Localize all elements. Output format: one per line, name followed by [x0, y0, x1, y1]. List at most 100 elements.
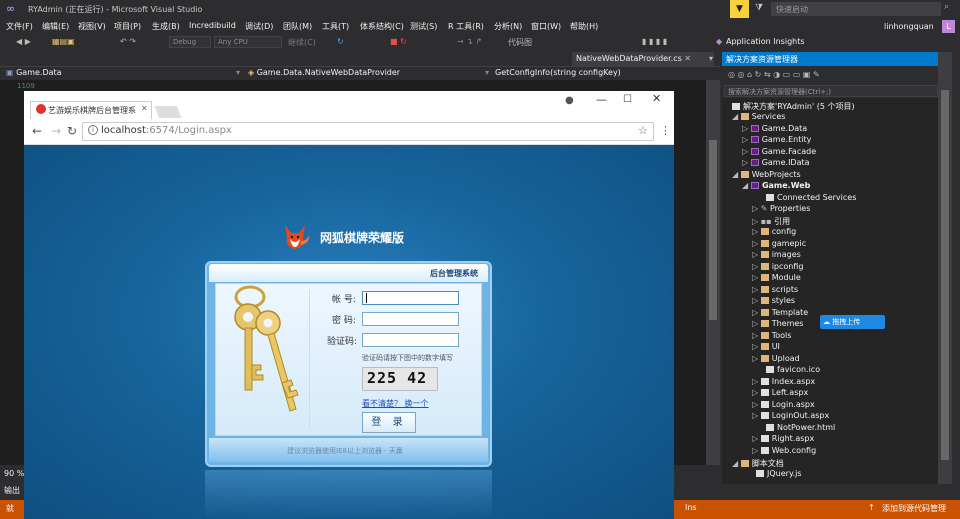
back-nav-icon[interactable]: ◀ ▶: [16, 37, 31, 46]
tree-item-themes[interactable]: ▷ Themes: [752, 319, 803, 328]
tree-item-game-idata[interactable]: ▷ Game.IData: [742, 158, 810, 167]
collapse-arrow-icon[interactable]: ▷: [752, 342, 761, 351]
platform-select[interactable]: Any CPU: [214, 36, 282, 48]
menu-architecture[interactable]: 体系结构(C): [360, 21, 404, 32]
tree-item-gamepic[interactable]: ▷ gamepic: [752, 239, 806, 248]
collapse-arrow-icon[interactable]: ▷: [752, 446, 761, 455]
collapse-arrow-icon[interactable]: ▷: [752, 227, 761, 236]
tree-item-favicon[interactable]: favicon.ico: [766, 365, 820, 374]
menu-build[interactable]: 生成(B): [152, 21, 180, 32]
tree-item-login[interactable]: ▷ Login.aspx: [752, 400, 815, 409]
project-dropdown[interactable]: ▣ Game.Data: [6, 68, 62, 77]
captcha-input[interactable]: [362, 333, 459, 347]
drag-upload-button[interactable]: ☁ 拖拽上传: [820, 315, 885, 329]
quick-launch-input[interactable]: 快速启动: [771, 2, 941, 16]
expand-arrow-icon[interactable]: ◢: [732, 170, 741, 179]
account-input[interactable]: [362, 291, 459, 305]
expand-arrow-icon[interactable]: ◢: [732, 459, 741, 468]
tree-item-script-docs[interactable]: ◢ 脚本文档: [732, 458, 784, 469]
collapse-arrow-icon[interactable]: ▷: [752, 273, 761, 282]
collapse-arrow-icon[interactable]: ▷: [752, 217, 761, 226]
tree-item-webprojects[interactable]: ◢ WebProjects: [732, 170, 801, 179]
collapse-arrow-icon[interactable]: ▷: [752, 319, 761, 328]
step-icons[interactable]: → ↴ ↱: [457, 37, 482, 46]
maximize-icon[interactable]: ☐: [623, 94, 632, 105]
collapse-arrow-icon[interactable]: ▷: [752, 262, 761, 271]
menu-file[interactable]: 文件(F): [6, 21, 33, 32]
project-dropdown-arrow-icon[interactable]: ▾: [236, 68, 240, 77]
collapse-arrow-icon[interactable]: ▷: [752, 331, 761, 340]
code-map-button[interactable]: 代码图: [508, 37, 532, 48]
type-dropdown-arrow-icon[interactable]: ▾: [485, 68, 489, 77]
tree-item-game-entity[interactable]: ▷ Game.Entity: [742, 135, 811, 144]
collapse-arrow-icon[interactable]: ▷: [752, 400, 761, 409]
member-dropdown[interactable]: GetConfigInfo(string configKey): [495, 68, 621, 77]
solution-explorer-search-input[interactable]: 搜索解决方案资源管理器(Ctrl+;): [724, 85, 938, 97]
tree-item-upload[interactable]: ▷ Upload: [752, 354, 800, 363]
tree-item-ipconfig[interactable]: ▷ ipconfig: [752, 262, 803, 271]
tree-item-left[interactable]: ▷ Left.aspx: [752, 388, 808, 397]
login-button[interactable]: 登 录: [362, 412, 416, 433]
app-insights-icon[interactable]: ◆: [716, 37, 722, 46]
tree-item-styles[interactable]: ▷ styles: [752, 296, 795, 305]
refresh-icon[interactable]: ↻: [337, 37, 344, 46]
reload-icon[interactable]: ↻: [67, 124, 77, 138]
tree-item-tools[interactable]: ▷ Tools: [752, 331, 791, 340]
tree-item-right[interactable]: ▷ Right.aspx: [752, 434, 814, 443]
url-text[interactable]: localhost:6574/Login.aspx: [101, 125, 232, 136]
zoom-level[interactable]: 90 %: [4, 469, 24, 478]
browser-tab-close-icon[interactable]: ✕: [141, 104, 148, 113]
solution-explorer-toolbar-icons[interactable]: ◎ ◎ ⌂ ↻ ⇆ ◑ ▭ ▭ ▣ ✎: [728, 70, 820, 79]
collapse-arrow-icon[interactable]: ▷: [752, 377, 761, 386]
collapse-arrow-icon[interactable]: ▷: [752, 239, 761, 248]
configuration-select[interactable]: Debug: [169, 36, 211, 48]
tab-close-icon[interactable]: ✕: [684, 54, 691, 63]
tree-item-notpower[interactable]: NotPower.html: [766, 423, 835, 432]
password-input[interactable]: [362, 312, 459, 326]
menu-tools[interactable]: 工具(T): [322, 21, 349, 32]
menu-help[interactable]: 帮助(H): [570, 21, 598, 32]
tab-nativewebdataprovider[interactable]: NativeWebDataProvider.cs ✕: [572, 52, 714, 66]
bookmark-star-icon[interactable]: ☆: [638, 124, 648, 137]
tree-item-game-web[interactable]: ◢ Game.Web: [742, 181, 810, 190]
menu-view[interactable]: 视图(V): [78, 21, 106, 32]
menu-r-tools[interactable]: R 工具(R): [448, 21, 484, 32]
tree-item-scripts[interactable]: ▷ scripts: [752, 285, 798, 294]
tab-overflow-icon[interactable]: ▾: [709, 54, 713, 63]
browser-tab[interactable]: 艺游娱乐棋牌后台管理系: [30, 101, 152, 119]
new-tab-button[interactable]: [154, 106, 182, 118]
collapse-arrow-icon[interactable]: ▷: [752, 204, 761, 213]
forward-arrow-icon[interactable]: →: [51, 124, 61, 138]
browser-menu-icon[interactable]: ⋮: [660, 124, 671, 137]
tree-item-connected-services[interactable]: Connected Services: [766, 193, 856, 202]
quick-launch-search-icon[interactable]: ⌕: [944, 2, 949, 12]
tree-item-loginout[interactable]: ▷ LoginOut.aspx: [752, 411, 829, 420]
collapse-arrow-icon[interactable]: ▷: [752, 411, 761, 420]
close-icon[interactable]: ✕: [652, 92, 661, 105]
tree-item-web-config[interactable]: ▷ Web.config: [752, 446, 816, 455]
menu-analyze[interactable]: 分析(N): [494, 21, 522, 32]
tree-item-properties[interactable]: ▷ ✎ Properties: [752, 204, 810, 213]
output-tab[interactable]: 输出: [4, 485, 20, 496]
menu-edit[interactable]: 编辑(E): [42, 21, 69, 32]
menu-test[interactable]: 测试(S): [410, 21, 437, 32]
tree-item-references[interactable]: ▷ ▪▪ 引用: [752, 216, 790, 227]
tree-item-module[interactable]: ▷ Module: [752, 273, 801, 282]
expand-arrow-icon[interactable]: ◢: [742, 181, 751, 190]
tree-item-services[interactable]: ◢ Services: [732, 112, 785, 121]
type-dropdown[interactable]: ◈ Game.Data.NativeWebDataProvider: [248, 68, 400, 77]
signed-in-user[interactable]: linhongquan: [884, 22, 934, 31]
expand-arrow-icon[interactable]: ◢: [732, 112, 741, 121]
bookmark-icons[interactable]: ▮ ▮ ▮ ▮: [642, 37, 667, 46]
collapse-arrow-icon[interactable]: ▷: [752, 388, 761, 397]
menu-window[interactable]: 窗口(W): [531, 21, 561, 32]
app-insights-button[interactable]: Application Insights: [726, 37, 805, 46]
avatar[interactable]: L: [942, 20, 955, 33]
menu-project[interactable]: 项目(P): [114, 21, 141, 32]
menu-debug[interactable]: 调试(D): [245, 21, 273, 32]
tree-item-jquery[interactable]: JQuery.js: [756, 469, 801, 478]
back-arrow-icon[interactable]: ←: [32, 124, 42, 138]
tree-item-game-facade[interactable]: ▷ Game.Facade: [742, 147, 816, 156]
collapse-arrow-icon[interactable]: ▷: [752, 308, 761, 317]
collapse-arrow-icon[interactable]: ▷: [752, 250, 761, 259]
